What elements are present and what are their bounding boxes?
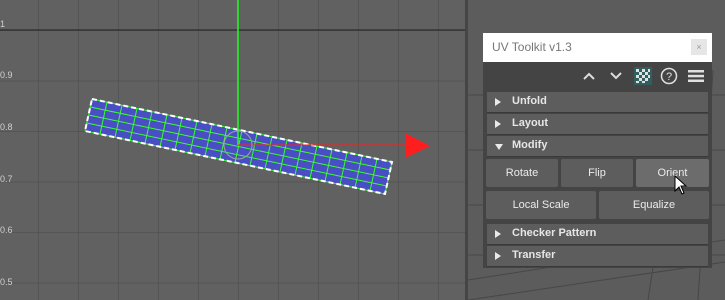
rotate-button[interactable]: Rotate xyxy=(486,159,558,187)
section-modify[interactable]: Modify xyxy=(487,136,708,157)
expand-arrow-icon xyxy=(495,98,501,106)
help-icon[interactable]: ? xyxy=(660,67,678,85)
chevron-down-icon[interactable] xyxy=(607,67,625,85)
section-label: Modify xyxy=(512,139,548,151)
section-unfold[interactable]: Unfold xyxy=(487,92,708,113)
section-label: Unfold xyxy=(512,95,547,107)
close-button[interactable]: × xyxy=(691,39,707,55)
flip-button[interactable]: Flip xyxy=(561,159,633,187)
title-bar[interactable]: UV Toolkit v1.3 × xyxy=(483,33,712,62)
manipulator-x-arrow-icon[interactable] xyxy=(405,133,430,158)
expand-arrow-icon xyxy=(495,252,501,260)
mouse-cursor-icon xyxy=(674,175,688,195)
svg-text:?: ? xyxy=(666,71,672,83)
section-transfer[interactable]: Transfer xyxy=(487,246,708,267)
local-scale-button[interactable]: Local Scale xyxy=(486,191,596,219)
section-label: Layout xyxy=(512,117,549,129)
uv-viewport[interactable]: 1 0.9 0.8 0.7 0.6 0.5 xyxy=(0,0,465,300)
equalize-button[interactable]: Equalize xyxy=(599,191,709,219)
expand-arrow-icon xyxy=(495,120,501,128)
panel-title: UV Toolkit v1.3 xyxy=(492,40,572,54)
orient-button[interactable]: Orient xyxy=(636,159,709,187)
panel-toolbar: ? xyxy=(483,62,712,90)
section-label: Checker Pattern xyxy=(512,227,597,239)
uv-canvas[interactable] xyxy=(0,0,465,300)
collapse-arrow-icon xyxy=(495,144,503,150)
checker-icon[interactable] xyxy=(634,67,652,85)
section-layout[interactable]: Layout xyxy=(487,114,708,135)
section-label: Transfer xyxy=(512,249,556,261)
menu-icon[interactable] xyxy=(687,67,705,85)
section-checker-pattern[interactable]: Checker Pattern xyxy=(487,224,708,245)
expand-arrow-icon xyxy=(495,230,501,238)
uv-toolkit-panel: UV Toolkit v1.3 × ? Unfold Layout Modify… xyxy=(483,33,712,268)
chevron-up-icon[interactable] xyxy=(580,67,598,85)
